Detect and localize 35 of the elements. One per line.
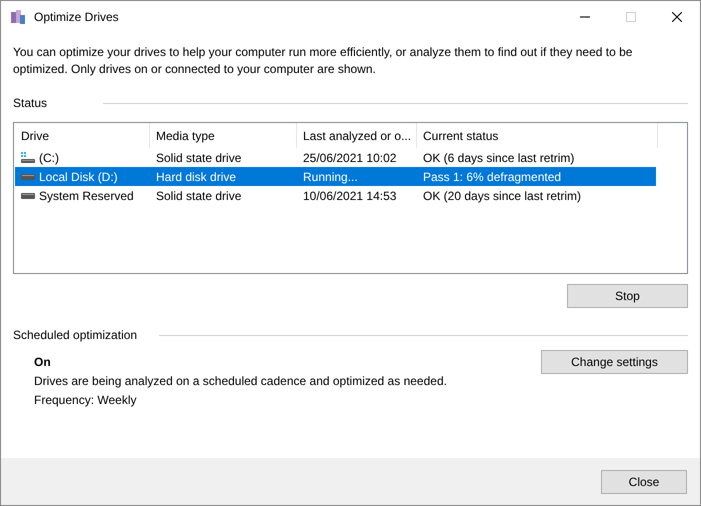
current-status: Pass 1: 6% defragmented — [423, 170, 562, 184]
media-type: Solid state drive — [156, 188, 242, 202]
app-icon — [10, 8, 26, 24]
close-dialog-button[interactable]: Close — [601, 470, 687, 494]
last-analyzed: 10/06/2021 14:53 — [303, 188, 396, 202]
media-type: Solid state drive — [156, 150, 242, 164]
drive-row[interactable]: (C:) Solid state drive 25/06/2021 10:02 OK (6 days since last retrim) — [15, 148, 656, 167]
last-analyzed: 25/06/2021 10:02 — [303, 150, 396, 164]
last-analyzed: Running... — [303, 170, 358, 184]
column-header[interactable]: Last analyzed or o... — [297, 123, 417, 148]
intro-text: You can optimize your drives to help your computer run more efficiently, or analyze them to find out if they need to be optimized. Only drives on or connected to your computer are shown. — [13, 44, 634, 78]
drive-name: Local Disk (D:) — [39, 170, 118, 184]
schedule-description: Drives are being analyzed on a scheduled cadence and optimized as needed. — [34, 374, 448, 388]
drive-name: System Reserved — [39, 188, 134, 202]
drive-row[interactable]: System Reserved Solid state drive 10/06/2021 14:53 OK (20 days since last retrim) — [15, 186, 656, 205]
column-header[interactable]: Current status — [417, 123, 658, 148]
drive-name: (C:) — [39, 150, 59, 164]
maximize-icon — [626, 12, 636, 22]
change-settings-button[interactable]: Change settings — [541, 350, 688, 374]
schedule-state: On — [34, 355, 52, 369]
current-status: OK (20 days since last retrim) — [423, 188, 582, 202]
current-status: OK (6 days since last retrim) — [423, 150, 574, 164]
close-icon — [672, 12, 682, 22]
stop-button[interactable]: Stop — [567, 284, 688, 308]
drive-row[interactable]: Local Disk (D:) Hard disk drive Running... Pass 1: 6% defragmented — [15, 167, 656, 186]
media-type: Hard disk drive — [156, 170, 236, 184]
schedule-frequency: Frequency: Weekly — [34, 393, 138, 407]
windows-drive-icon — [21, 152, 35, 164]
drive-icon — [21, 192, 35, 198]
column-header[interactable]: Media type — [150, 123, 297, 148]
section-heading: Status — [13, 96, 48, 110]
window-title: Optimize Drives — [34, 10, 120, 24]
column-header[interactable]: Drive — [15, 123, 150, 148]
section-heading: Scheduled optimization — [13, 328, 138, 342]
drive-icon — [21, 174, 35, 180]
